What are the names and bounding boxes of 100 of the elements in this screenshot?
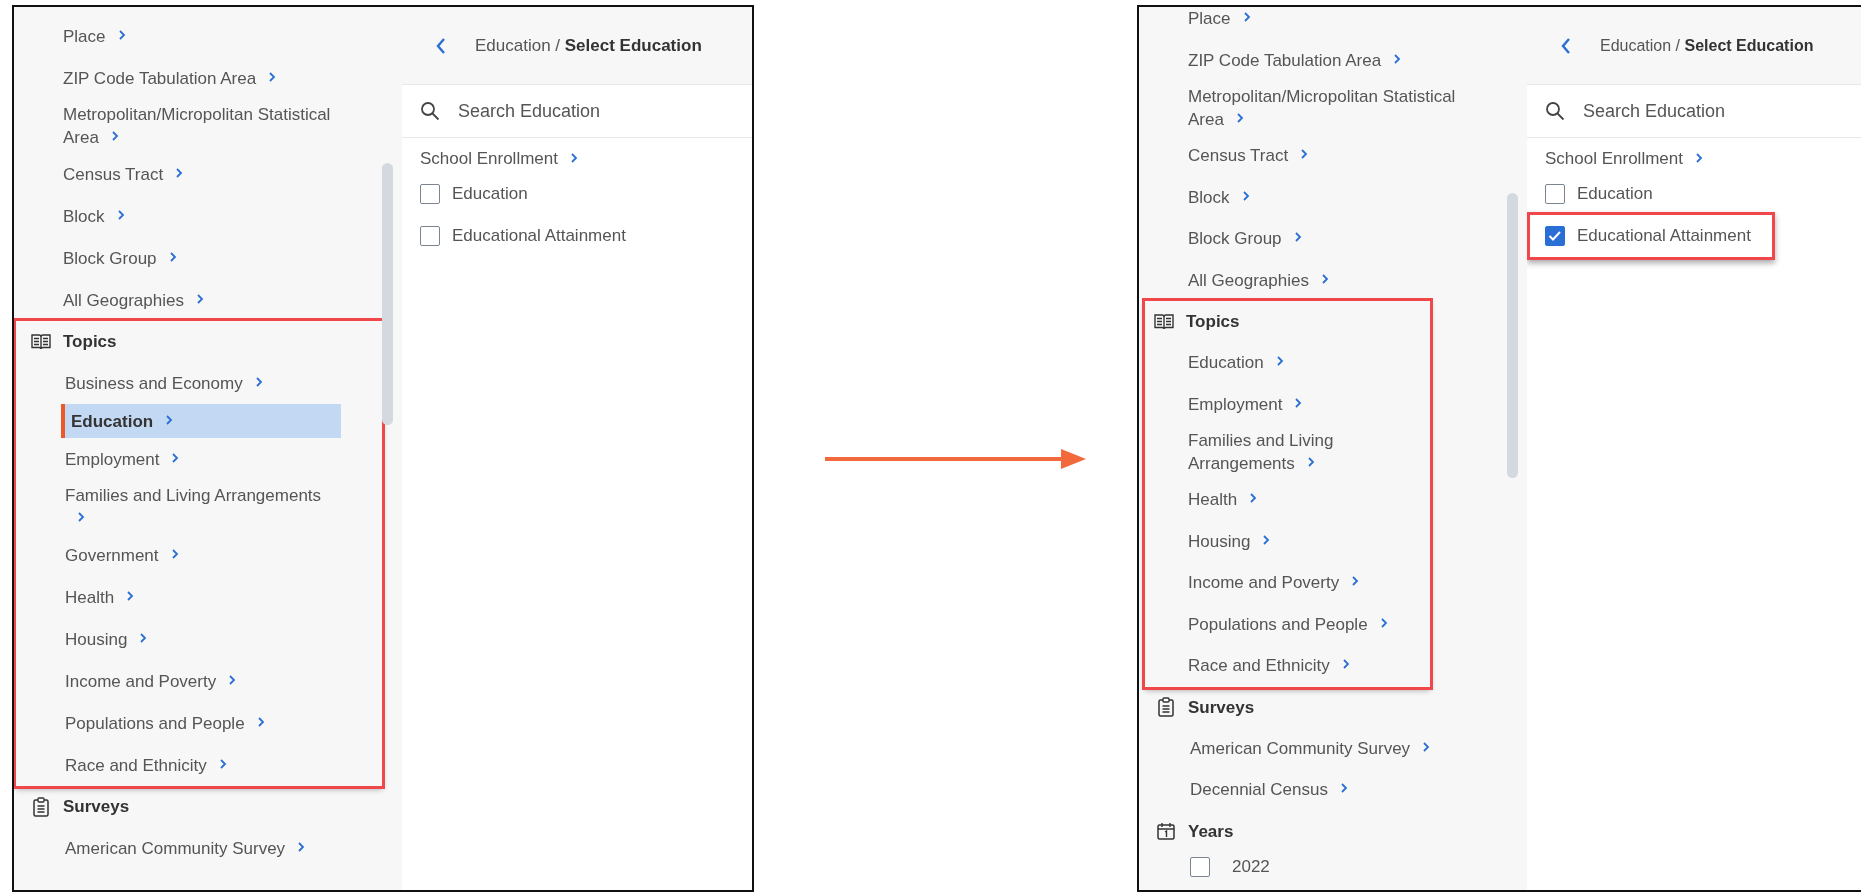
chevron-right-icon (170, 547, 179, 560)
chevron-right-icon (1235, 112, 1244, 124)
breadcrumb: Education / Select Education (1600, 36, 1814, 55)
search-field[interactable]: Search Education (1581, 99, 1825, 123)
chevron-right-icon (175, 166, 184, 179)
checkmark-icon (1548, 230, 1562, 242)
sidebar-item[interactable]: Employment (61, 438, 184, 480)
chevron-right-icon (297, 840, 306, 853)
chevron-right-icon (1339, 782, 1348, 795)
section-title: Surveys (1188, 696, 1255, 719)
chevron-right-icon (254, 375, 263, 388)
sidebar-item[interactable]: ZIP Code Tabulation Area (1184, 39, 1406, 81)
book-icon (31, 332, 51, 351)
chevron-right-icon (268, 70, 277, 83)
chevron-right-icon (110, 130, 119, 142)
sidebar-item[interactable]: Income and Poverty (61, 660, 241, 702)
chevron-right-icon (1242, 11, 1251, 24)
category-link[interactable]: School Enrollment (420, 148, 578, 170)
chevron-right-icon (1262, 533, 1271, 546)
sidebar-item[interactable]: American Community Survey (61, 827, 310, 869)
sidebar-item[interactable]: Metropolitan/Micropolitan Statistical Area (59, 99, 337, 153)
chevron-right-icon (1351, 575, 1360, 588)
chevron-right-icon (195, 292, 204, 305)
sidebar-item[interactable]: ZIP Code Tabulation Area (59, 57, 281, 99)
book-icon (1154, 312, 1174, 331)
sidebar-item[interactable]: All Geographies (1184, 259, 1333, 301)
sidebar-item[interactable]: Race and Ethnicity (1184, 645, 1354, 687)
sidebar-item[interactable]: Race and Ethnicity (61, 744, 231, 786)
option-label: Education (1577, 184, 1653, 204)
checkbox[interactable] (420, 184, 440, 204)
search-field[interactable]: Search Education (456, 99, 700, 123)
chevron-right-icon (1393, 52, 1402, 65)
sidebar-item[interactable]: Families and Living Arrangements (1184, 425, 1430, 479)
sidebar-item[interactable]: Housing (1184, 520, 1275, 562)
sidebar-item[interactable]: Housing (61, 618, 152, 660)
sidebar-item[interactable]: Education (61, 404, 341, 438)
sidebar-item[interactable]: Populations and People (61, 702, 269, 744)
scrollbar-thumb[interactable] (1507, 193, 1518, 478)
sidebar-item[interactable]: Metropolitan/Micropolitan Statistical Area (1184, 81, 1462, 135)
chevron-right-icon (1379, 616, 1388, 629)
checkbox[interactable] (420, 226, 440, 246)
search-icon (1545, 101, 1565, 121)
sidebar-item[interactable]: American Community Survey (1186, 727, 1435, 769)
sidebar-item[interactable]: Block (59, 195, 129, 237)
chevron-right-icon (218, 757, 227, 770)
chevron-right-icon (77, 511, 85, 523)
chevron-right-icon (228, 673, 237, 686)
sidebar-item[interactable]: Income and Poverty (1184, 562, 1364, 604)
chevron-right-icon (117, 28, 126, 41)
sidebar-item[interactable]: Block (1184, 176, 1254, 218)
sidebar-item[interactable]: Employment (1184, 383, 1307, 425)
section-title: Topics (1186, 311, 1240, 333)
sidebar-item[interactable]: Decennial Census (1186, 769, 1352, 811)
checkbox[interactable] (1545, 226, 1565, 246)
chevron-right-icon (1294, 396, 1303, 409)
sidebar-item[interactable]: Populations and People (1184, 603, 1392, 645)
chevron-right-icon (139, 631, 148, 644)
chevron-right-icon (1341, 658, 1350, 671)
chevron-right-icon (1306, 456, 1315, 468)
chevron-right-icon (1422, 740, 1431, 753)
year-label: 2022 (1232, 856, 1270, 878)
section-title: Surveys (63, 796, 130, 818)
checkbox[interactable] (1545, 184, 1565, 204)
option-label: Educational Attainment (1577, 226, 1751, 246)
sidebar-item[interactable]: Place (1184, 7, 1255, 40)
checkbox[interactable] (1190, 856, 1210, 877)
clipboard-icon (1156, 697, 1176, 717)
chevron-right-icon (569, 152, 578, 164)
option-label: Educational Attainment (452, 226, 626, 246)
sidebar-item[interactable]: Block Group (59, 237, 181, 279)
sidebar-item[interactable]: Census Tract (1184, 135, 1313, 177)
chevron-right-icon (116, 208, 125, 221)
chevron-right-icon (256, 715, 265, 728)
sidebar-item[interactable]: Education (1184, 342, 1288, 384)
sidebar-item[interactable]: Families and Living Arrangements (61, 480, 339, 534)
calendar-icon (1156, 821, 1176, 841)
chevron-right-icon (1241, 189, 1250, 202)
sidebar-item[interactable]: All Geographies (59, 279, 208, 321)
chevron-right-icon (1249, 492, 1258, 505)
sidebar-item[interactable]: Business and Economy (61, 362, 267, 404)
scrollbar-thumb[interactable] (382, 163, 393, 425)
chevron-right-icon (1275, 355, 1284, 368)
breadcrumb: Education / Select Education (475, 35, 702, 56)
sidebar-item[interactable]: Census Tract (59, 153, 188, 195)
category-link[interactable]: School Enrollment (1545, 148, 1703, 170)
sidebar-item[interactable]: Block Group (1184, 218, 1306, 260)
chevron-right-icon (126, 589, 135, 602)
clipboard-icon (31, 796, 51, 817)
sidebar-item[interactable]: Health (1184, 479, 1262, 521)
section-title: Years (1188, 820, 1234, 843)
sidebar-item[interactable]: Government (61, 534, 183, 576)
chevron-right-icon (171, 451, 180, 464)
option-label: Education (452, 184, 528, 204)
chevron-right-icon (1300, 148, 1309, 161)
chevron-right-icon (1694, 152, 1703, 164)
chevron-right-icon (1293, 231, 1302, 244)
search-icon (420, 101, 440, 121)
chevron-right-icon (168, 250, 177, 263)
sidebar-item[interactable]: Place (59, 15, 130, 57)
sidebar-item[interactable]: Health (61, 576, 139, 618)
